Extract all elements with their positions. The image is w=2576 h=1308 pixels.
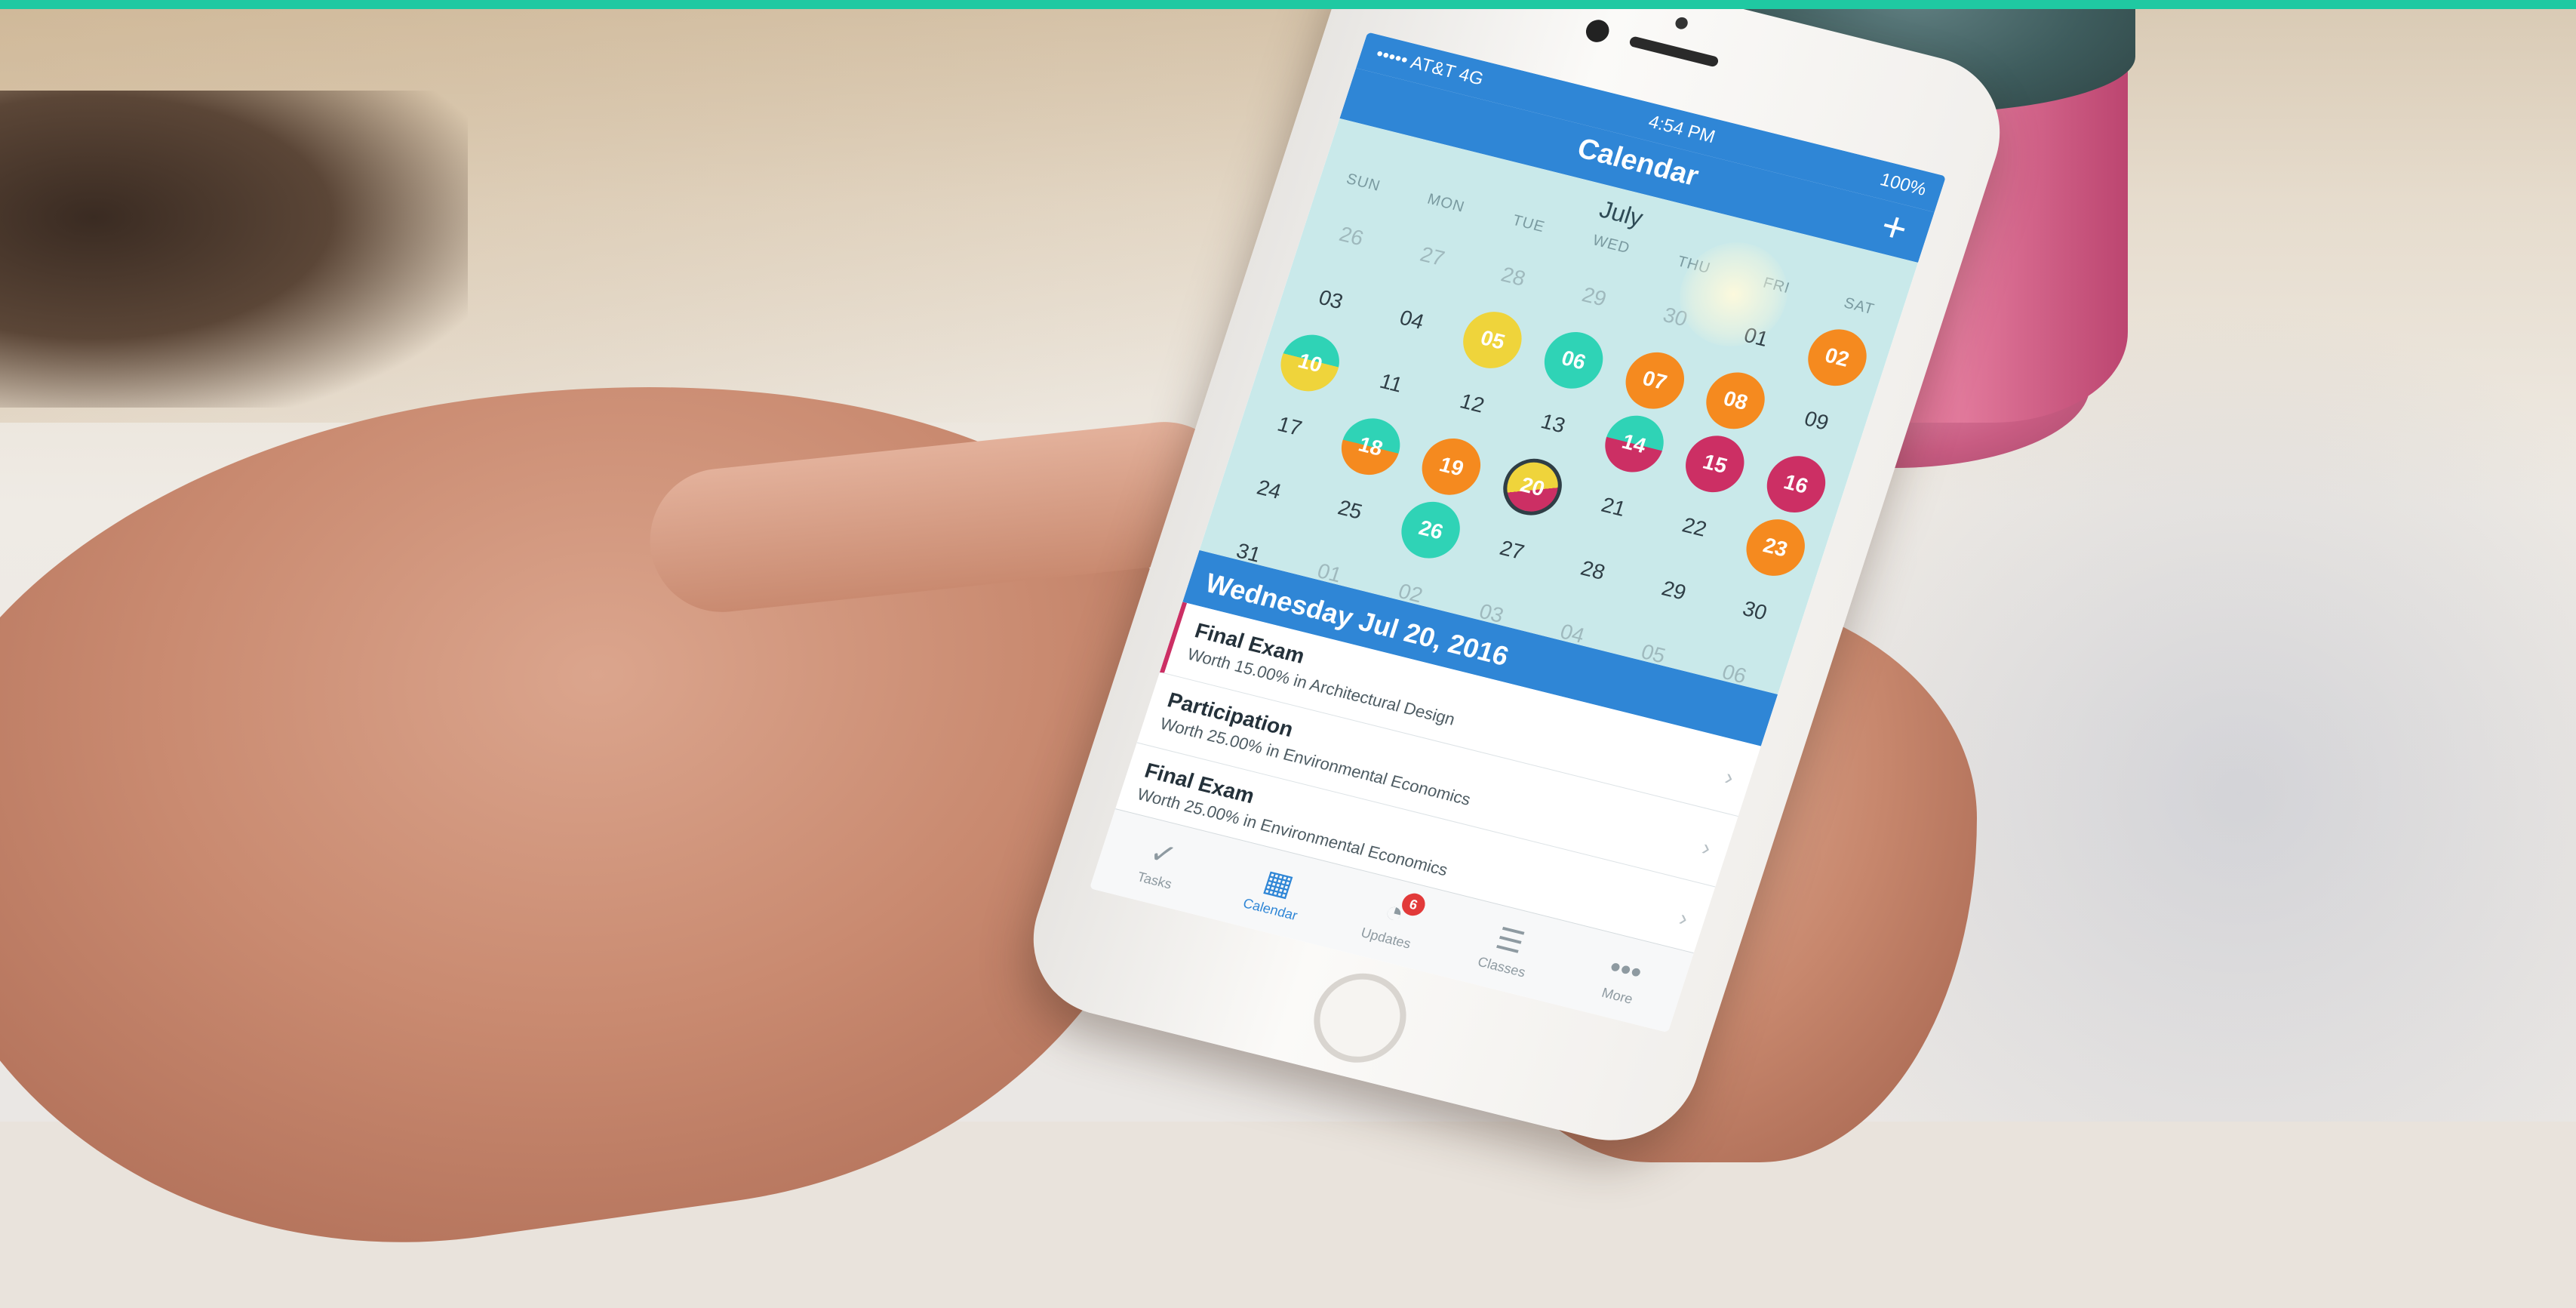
day-number: 04 [1557, 619, 1588, 648]
day-number: 10 [1273, 328, 1348, 398]
day-number: 08 [1698, 366, 1772, 435]
day-number: 14 [1597, 409, 1671, 479]
day-number: 09 [1801, 406, 1832, 435]
day-number: 06 [1536, 325, 1611, 395]
day-number: 12 [1457, 389, 1488, 417]
day-number: 03 [1476, 599, 1507, 628]
day-number: 16 [1759, 450, 1833, 519]
day-number: 11 [1376, 368, 1406, 397]
chevron-right-icon: › [1698, 835, 1714, 861]
day-number: 05 [1456, 306, 1529, 375]
day-number: 07 [1618, 346, 1692, 415]
day-number: 31 [1233, 538, 1264, 567]
day-number: 26 [1336, 222, 1367, 251]
day-number: 04 [1397, 305, 1428, 334]
day-number: 19 [1415, 432, 1489, 501]
day-number: 01 [1314, 559, 1345, 587]
day-number: 21 [1598, 492, 1629, 521]
stack-icon: ☰ [1492, 922, 1529, 960]
day-number: 03 [1315, 285, 1346, 314]
day-number: 27 [1497, 536, 1527, 565]
day-number: 28 [1578, 556, 1609, 584]
day-number: 18 [1333, 412, 1408, 482]
day-number: 30 [1739, 596, 1770, 625]
tab-label: Classes [1476, 953, 1528, 980]
day-number: 22 [1679, 512, 1710, 541]
tab-label: Updates [1359, 924, 1413, 952]
day-number: 29 [1658, 576, 1689, 605]
chevron-right-icon: › [1676, 906, 1692, 932]
day-number: 25 [1335, 495, 1366, 524]
day-number: 02 [1800, 323, 1874, 392]
chevron-right-icon: › [1721, 765, 1737, 791]
more-icon: ••• [1605, 949, 1646, 989]
day-number: 28 [1498, 262, 1529, 291]
battery-label: 100% [1877, 169, 1929, 200]
day-number: 05 [1638, 639, 1669, 668]
day-number: 17 [1274, 411, 1305, 440]
day-number: 06 [1719, 660, 1750, 688]
tab-label: Calendar [1241, 894, 1300, 923]
tab-label: More [1600, 984, 1635, 1007]
day-number: 13 [1538, 409, 1569, 438]
checkmark-icon: ✓ [1145, 835, 1181, 873]
day-number: 02 [1395, 579, 1426, 608]
day-number: 20 [1495, 452, 1569, 522]
calendar-icon: ▦ [1259, 863, 1298, 903]
day-number: 23 [1738, 512, 1812, 582]
day-number: 26 [1394, 495, 1468, 565]
day-number: 24 [1254, 475, 1285, 503]
top-accent-strip [0, 0, 2576, 9]
background-shadow [0, 91, 468, 408]
day-number: 27 [1417, 242, 1448, 271]
day-number: 29 [1579, 282, 1609, 311]
day-number: 15 [1678, 429, 1752, 499]
